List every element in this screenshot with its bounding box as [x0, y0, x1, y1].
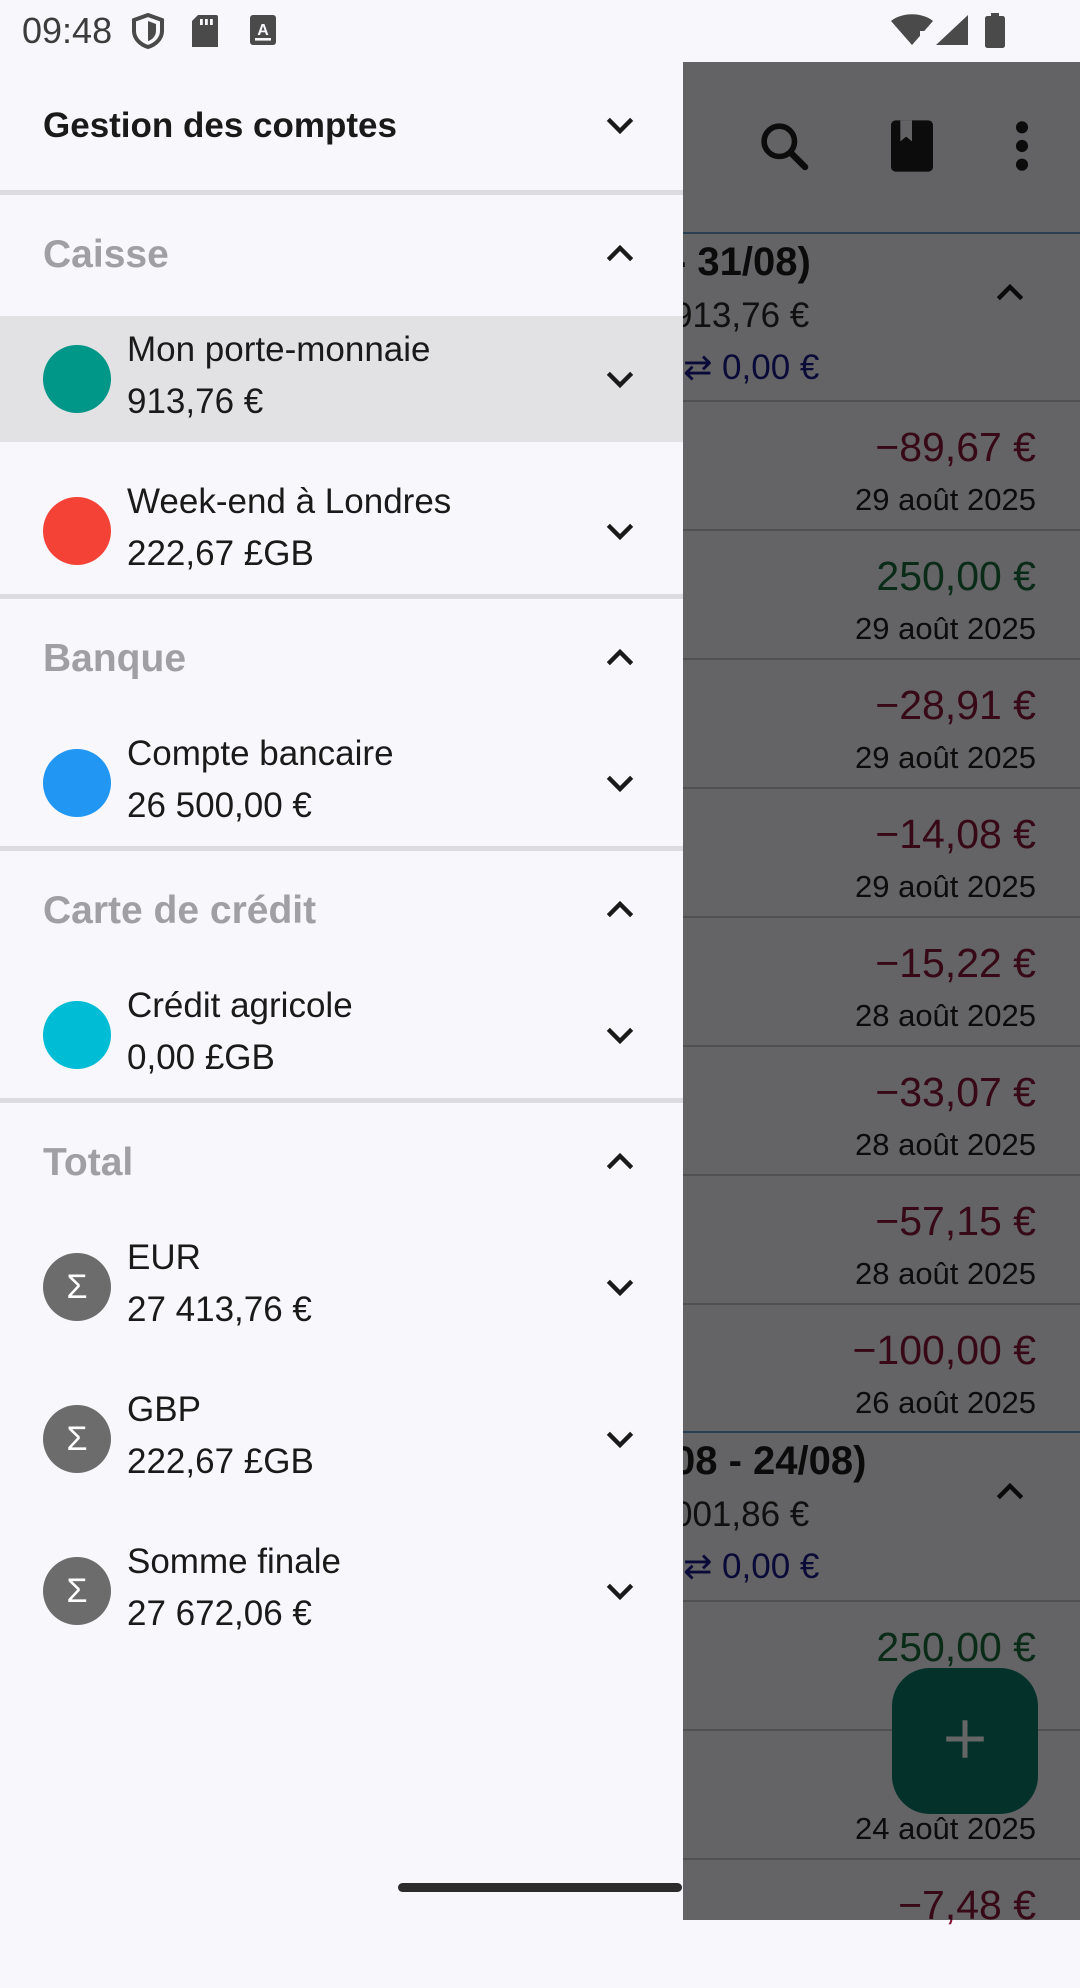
wifi-icon	[890, 13, 934, 52]
drawer-header[interactable]: Gestion des comptes	[0, 62, 683, 190]
sigma-icon: Σ	[43, 1253, 111, 1321]
account-balance: 913,76 €	[127, 382, 264, 421]
account-name: Week-end à Londres	[127, 482, 452, 521]
account-item[interactable]: Crédit agricole 0,00 £GB	[0, 972, 683, 1098]
section-header-2[interactable]: Carte de crédit	[0, 851, 683, 971]
chevron-down-icon[interactable]	[600, 764, 640, 809]
drawer-title: Gestion des comptes	[43, 106, 397, 145]
account-name: Mon porte-monnaie	[127, 330, 431, 369]
sigma-icon: Σ	[43, 1557, 111, 1625]
chevron-down-icon[interactable]	[600, 1016, 640, 1061]
account-name: Somme finale	[127, 1542, 341, 1581]
section-header-0[interactable]: Caisse	[0, 195, 683, 315]
account-name: Compte bancaire	[127, 734, 394, 773]
battery-icon	[984, 13, 1006, 54]
chevron-up-icon[interactable]	[600, 637, 640, 682]
section-title: Caisse	[43, 233, 169, 276]
account-balance: 222,67 £GB	[127, 534, 314, 573]
accounts-drawer: Gestion des comptes Caisse Mon porte-monn…	[0, 62, 683, 1920]
status-bar: 09:48 A	[0, 0, 1080, 62]
chevron-down-icon[interactable]	[600, 360, 640, 405]
account-name: GBP	[127, 1390, 201, 1429]
account-balance: 222,67 £GB	[127, 1442, 314, 1481]
account-item[interactable]: Mon porte-monnaie 913,76 €	[0, 316, 683, 442]
account-color-dot	[43, 749, 111, 817]
section-title: Total	[43, 1141, 134, 1184]
status-time: 09:48	[22, 10, 113, 51]
chevron-down-icon[interactable]	[600, 106, 640, 151]
chevron-down-icon[interactable]	[600, 1420, 640, 1465]
sd-card-icon	[190, 13, 220, 54]
account-balance: 27 413,76 €	[127, 1290, 312, 1329]
account-item[interactable]: Σ GBP 222,67 £GB	[0, 1376, 683, 1502]
chevron-down-icon[interactable]	[600, 512, 640, 557]
section-header-3[interactable]: Total	[0, 1103, 683, 1223]
section-title: Carte de crédit	[43, 889, 317, 932]
chevron-up-icon[interactable]	[600, 1141, 640, 1186]
account-name: EUR	[127, 1238, 201, 1277]
shield-icon	[132, 12, 164, 54]
account-color-dot	[43, 345, 111, 413]
signal-icon	[934, 13, 970, 52]
account-name: Crédit agricole	[127, 986, 353, 1025]
account-balance: 0,00 £GB	[127, 1038, 275, 1077]
account-item[interactable]: Σ EUR 27 413,76 €	[0, 1224, 683, 1350]
account-item[interactable]: Compte bancaire 26 500,00 €	[0, 720, 683, 846]
chevron-down-icon[interactable]	[600, 1268, 640, 1313]
account-item[interactable]: Week-end à Londres 222,67 £GB	[0, 468, 683, 594]
svg-text:A: A	[257, 22, 269, 39]
section-header-1[interactable]: Banque	[0, 599, 683, 719]
account-balance: 26 500,00 €	[127, 786, 312, 825]
section-title: Banque	[43, 637, 187, 680]
gesture-nav-handle[interactable]	[398, 1883, 682, 1892]
account-balance: 27 672,06 €	[127, 1594, 312, 1633]
keyboard-a-icon: A	[248, 13, 278, 52]
account-color-dot	[43, 497, 111, 565]
account-item[interactable]: Σ Somme finale 27 672,06 €	[0, 1528, 683, 1654]
chevron-down-icon[interactable]	[600, 1572, 640, 1617]
chevron-up-icon[interactable]	[600, 889, 640, 934]
account-color-dot	[43, 1001, 111, 1069]
chevron-up-icon[interactable]	[600, 233, 640, 278]
sigma-icon: Σ	[43, 1405, 111, 1473]
